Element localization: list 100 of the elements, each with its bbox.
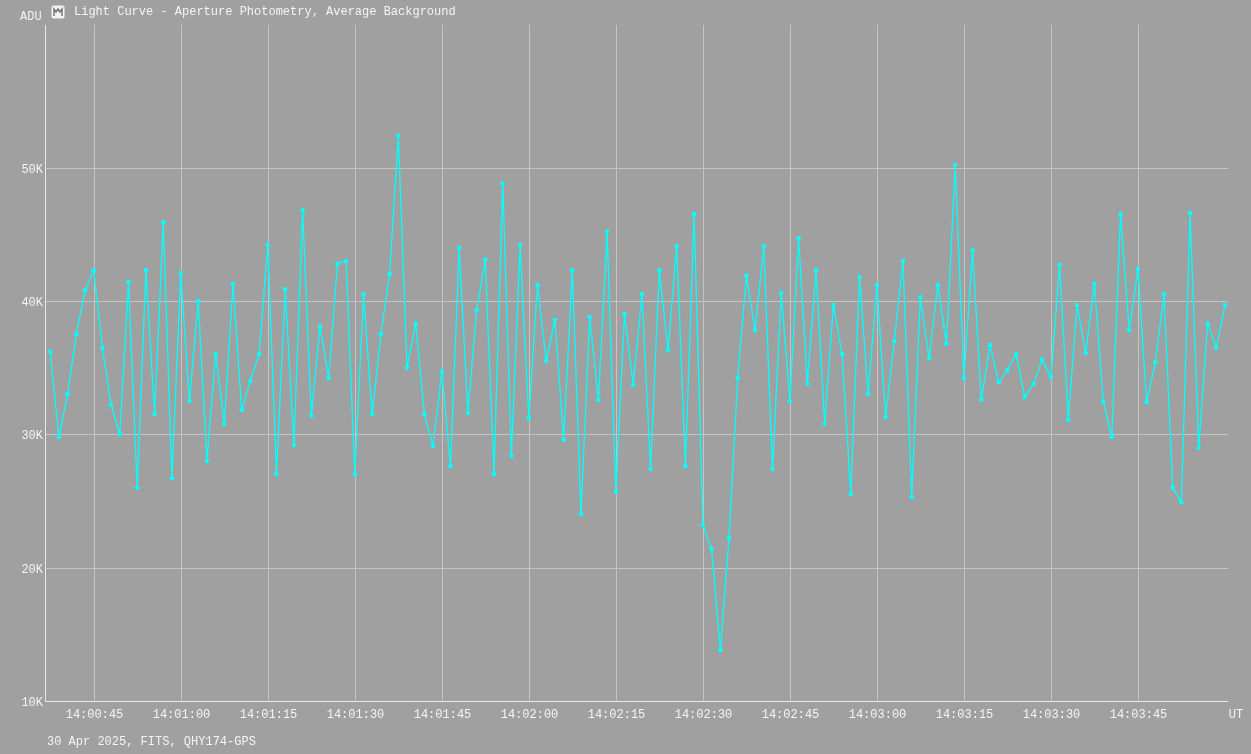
data-point: [543, 358, 549, 364]
data-point: [230, 281, 236, 286]
data-point: [535, 282, 540, 288]
data-point: [169, 476, 175, 481]
data-point: [430, 444, 436, 449]
data-point: [213, 352, 218, 357]
data-point: [456, 245, 462, 250]
data-point: [335, 261, 340, 266]
data-point: [1170, 485, 1175, 490]
data-point: [326, 376, 331, 381]
data-point: [761, 244, 767, 249]
data-point: [404, 365, 410, 370]
data-point: [465, 410, 471, 416]
data-point: [1126, 328, 1132, 333]
data-point: [718, 648, 723, 653]
data-point: [1109, 434, 1115, 440]
data-point: [822, 421, 827, 426]
y-axis-label: ADU: [20, 11, 43, 23]
x-tick-label: 14:01:30: [326, 708, 385, 722]
data-point: [1161, 292, 1167, 297]
data-point: [1205, 321, 1210, 326]
x-axis-label: UT: [1228, 708, 1244, 722]
data-point: [1196, 445, 1202, 450]
data-point: [578, 512, 584, 517]
data-point: [134, 485, 140, 490]
chart-app-icon: [51, 5, 65, 19]
data-point: [805, 381, 810, 386]
data-point: [613, 489, 619, 494]
data-point: [352, 472, 358, 477]
data-point: [1118, 212, 1123, 217]
data-point: [909, 494, 914, 500]
data-point: [709, 546, 714, 552]
data-point: [526, 416, 532, 421]
data-point: [944, 341, 949, 346]
data-point: [857, 274, 862, 280]
data-point: [639, 292, 645, 297]
data-point: [630, 382, 636, 388]
x-tick-label: 14:02:00: [500, 708, 559, 722]
data-point: [100, 345, 105, 350]
data-point: [108, 402, 114, 408]
data-point: [892, 338, 897, 344]
data-point: [883, 414, 888, 420]
data-point: [926, 356, 932, 361]
data-point: [282, 286, 288, 292]
x-tick-label: 14:03:30: [1022, 708, 1081, 722]
data-point: [361, 292, 366, 297]
data-point: [74, 332, 79, 337]
data-point: [369, 412, 375, 417]
data-point: [665, 348, 671, 353]
data-point: [604, 229, 610, 234]
data-point: [1022, 394, 1028, 400]
observation-info: 30 Apr 2025, FITS, QHY174-GPS: [47, 735, 256, 749]
x-tick-label: 14:01:15: [239, 708, 298, 722]
data-point: [874, 282, 880, 288]
data-point: [561, 437, 566, 442]
window-title: Light Curve - Aperture Photometry, Average Background: [74, 5, 456, 19]
data-point: [987, 342, 993, 348]
data-point: [622, 312, 627, 317]
data-point: [300, 208, 305, 213]
y-tick-label: 40K: [21, 295, 43, 310]
data-point: [1005, 368, 1010, 373]
data-point: [900, 258, 906, 264]
data-point: [378, 332, 384, 337]
data-point: [961, 376, 967, 381]
data-point: [674, 244, 679, 249]
data-point: [500, 181, 505, 186]
data-point: [239, 408, 244, 413]
data-point: [1074, 302, 1080, 308]
data-point: [1135, 266, 1141, 272]
x-tick-label: 14:02:15: [587, 708, 646, 722]
data-point: [1057, 262, 1062, 268]
data-point: [587, 314, 592, 320]
data-point: [918, 294, 923, 300]
data-point: [865, 392, 871, 397]
y-tick-label: 10K: [21, 695, 43, 710]
data-point: [552, 317, 558, 322]
data-point: [648, 466, 653, 472]
data-point: [1214, 345, 1219, 350]
data-point: [143, 268, 149, 273]
data-point: [1048, 374, 1054, 380]
data-point: [1031, 381, 1036, 386]
x-tick-label: 14:02:30: [674, 708, 733, 722]
data-point: [996, 380, 1001, 385]
data-point: [1039, 357, 1045, 362]
data-point: [491, 472, 497, 477]
data-point: [1083, 350, 1088, 356]
data-point: [1066, 417, 1071, 422]
data-point: [796, 236, 801, 241]
data-point: [117, 432, 123, 437]
data-point: [970, 248, 975, 253]
data-point: [839, 352, 845, 357]
x-tick-label: 14:03:15: [935, 708, 994, 722]
data-point: [343, 258, 349, 264]
data-point: [1092, 281, 1097, 286]
data-point: [1179, 500, 1184, 505]
data-point: [683, 464, 688, 469]
data-point: [82, 288, 88, 293]
data-point: [831, 302, 836, 308]
data-point: [387, 272, 392, 277]
data-point: [439, 369, 445, 374]
